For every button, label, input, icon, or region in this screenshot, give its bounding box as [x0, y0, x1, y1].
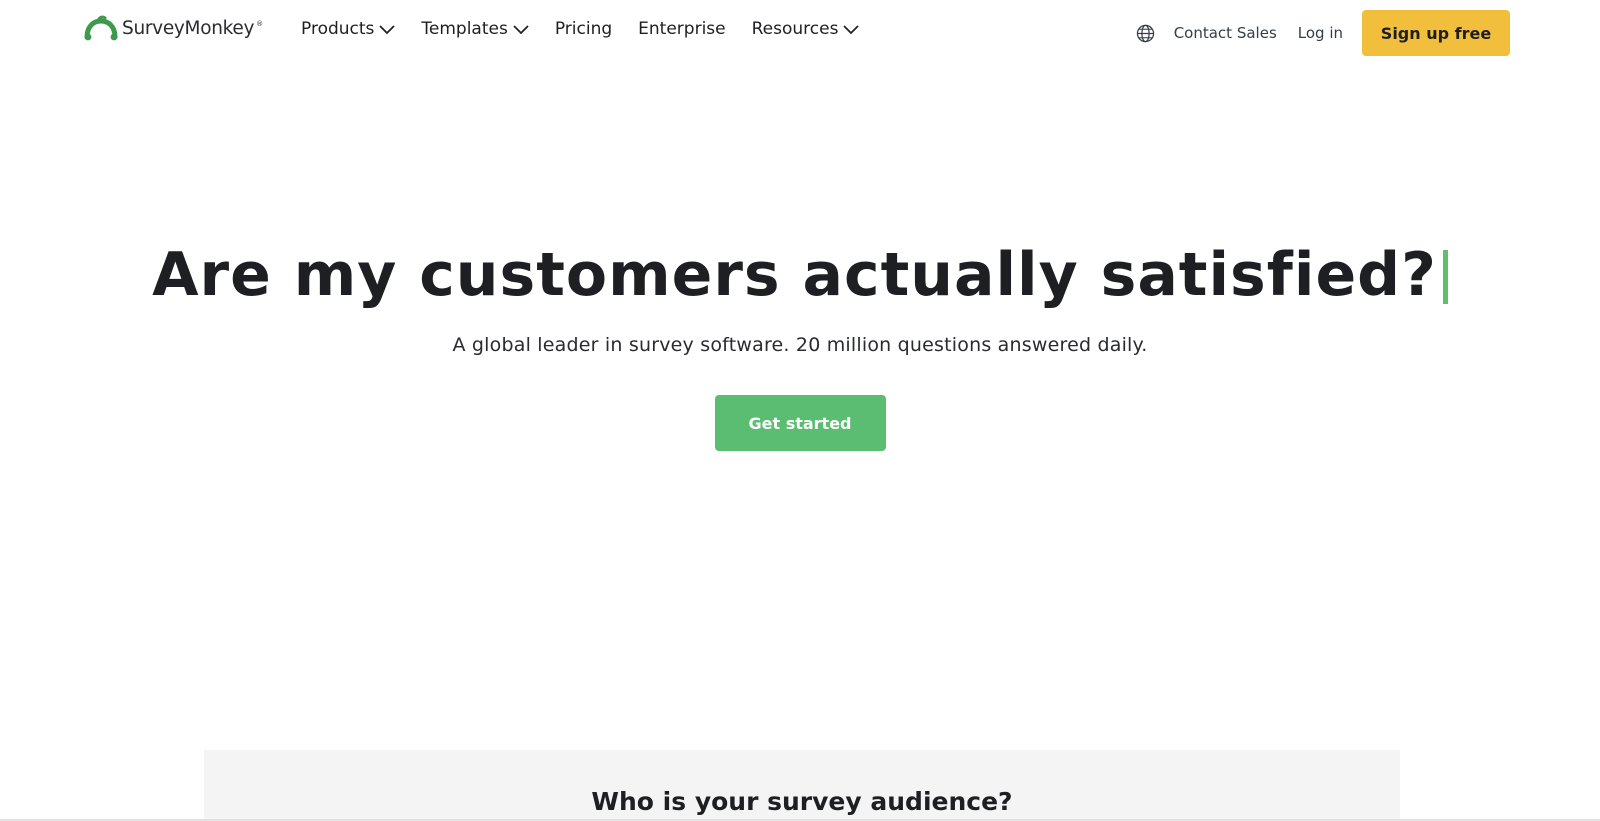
hero-subtitle: A global leader in survey software. 20 m…	[452, 334, 1148, 356]
login-link[interactable]: Log in	[1298, 24, 1343, 42]
hero-title: Are my customers actually satisfied?	[152, 240, 1448, 310]
audience-panel: Who is your survey audience?	[204, 750, 1400, 821]
hero-title-text: Are my customers actually satisfied?	[152, 240, 1437, 310]
globe-icon[interactable]	[1136, 23, 1156, 43]
audience-heading: Who is your survey audience?	[591, 787, 1013, 816]
site-header: SurveyMonkey ® Products Templates Pricin…	[0, 0, 1600, 66]
nav-enterprise-label: Enterprise	[638, 19, 726, 39]
contact-sales-link[interactable]: Contact Sales	[1174, 24, 1277, 42]
nav-resources-label: Resources	[751, 19, 839, 39]
get-started-button[interactable]: Get started	[714, 395, 886, 451]
surveymonkey-logo[interactable]: SurveyMonkey ®	[84, 14, 263, 42]
sign-up-free-button[interactable]: Sign up free	[1362, 10, 1510, 56]
nav-products[interactable]: Products	[301, 19, 396, 39]
header-actions: Contact Sales Log in Sign up free	[1136, 10, 1510, 56]
nav-resources[interactable]: Resources	[752, 19, 860, 39]
logo-wordmark: SurveyMonkey	[122, 17, 255, 39]
monkey-logo-icon	[84, 15, 118, 41]
chevron-down-icon	[843, 24, 860, 34]
nav-pricing-label: Pricing	[554, 19, 613, 39]
main-nav: Products Templates Pricing Enterprise Re…	[301, 19, 885, 39]
nav-templates-label: Templates	[421, 19, 508, 39]
nav-products-label: Products	[301, 19, 375, 39]
chevron-down-icon	[513, 24, 529, 34]
hero-section: Are my customers actually satisfied? A g…	[0, 240, 1600, 451]
nav-pricing[interactable]: Pricing	[555, 19, 612, 39]
typing-cursor	[1442, 250, 1448, 304]
logo-registered-mark: ®	[256, 20, 264, 28]
nav-enterprise[interactable]: Enterprise	[638, 19, 725, 39]
nav-templates[interactable]: Templates	[421, 19, 529, 39]
chevron-down-icon	[379, 24, 396, 34]
